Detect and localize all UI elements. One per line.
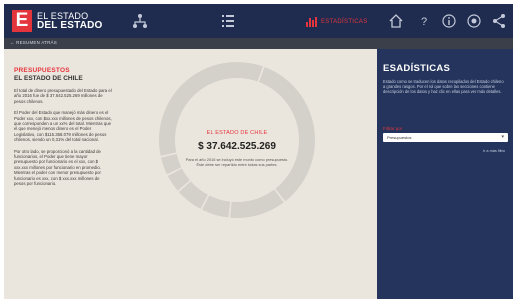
section-subheading: EL ESTADO DE CHILE [14, 75, 83, 82]
help-icon[interactable]: ? [416, 13, 432, 29]
filter-select[interactable]: Presupuestos ▾ [383, 133, 508, 142]
summary-text: PRESUPUESTOS EL ESTADO DE CHILE El total… [14, 67, 112, 187]
top-navigation-bar: E EL ESTADO DEL ESTADO ESTADÍSTICAS ? [4, 4, 513, 38]
share-icon[interactable] [491, 13, 507, 29]
more-filters-link[interactable]: Ir a más filtro [483, 149, 505, 153]
donut-center-title: EL ESTADO DE CHILE [206, 130, 268, 136]
logo-icon[interactable]: E [12, 10, 32, 32]
stats-sidebar: ESADÍSTICAS Estado como se traducen los … [377, 49, 513, 299]
total-budget-amount: $ 37.642.525.269 [198, 141, 276, 152]
app-frame: E EL ESTADO DEL ESTADO ESTADÍSTICAS ? ← … [0, 0, 517, 301]
summary-paragraph-3: Por otro lado, se proporcionó a la canti… [14, 148, 101, 187]
donut-center-description: Para el año 2016 se incluyó este monto c… [185, 157, 289, 167]
list-icon[interactable] [220, 13, 236, 29]
breadcrumb: ← RESUMEN ATRÁS [4, 38, 513, 49]
home-icon[interactable] [388, 13, 404, 29]
donut-center-info: EL ESTADO DE CHILE $ 37.642.525.269 Para… [183, 130, 291, 167]
app-title[interactable]: EL ESTADO DEL ESTADO [37, 11, 103, 31]
donut-segment[interactable] [230, 189, 284, 219]
org-chart-icon[interactable] [132, 13, 148, 29]
sidebar-description: Estado como se traducen los datos recopi… [383, 79, 504, 94]
settings-icon[interactable] [466, 13, 482, 29]
filter-label: Filtrar por [383, 126, 403, 131]
sidebar-title: ESADÍSTICAS [383, 63, 451, 74]
summary-paragraph-1: El total de dinero presupuestado del Est… [14, 88, 112, 104]
section-heading: PRESUPUESTOS [14, 67, 70, 74]
filter-select-value: Presupuestos [387, 135, 412, 140]
nav-estadisticas-label: ESTADÍSTICAS [321, 19, 368, 25]
summary-paragraph-2: El Poder del Estado que manejó más diner… [14, 110, 112, 143]
donut-segment[interactable] [202, 195, 231, 218]
info-icon[interactable] [441, 13, 457, 29]
bar-chart-icon [306, 17, 317, 27]
chevron-down-icon: ▾ [501, 134, 504, 140]
nav-estadisticas[interactable]: ESTADÍSTICAS [306, 15, 368, 29]
svg-text:?: ? [421, 16, 427, 28]
breadcrumb-back-link[interactable]: ← RESUMEN ATRÁS [10, 40, 57, 45]
app-title-line2: DEL ESTADO [37, 20, 103, 31]
